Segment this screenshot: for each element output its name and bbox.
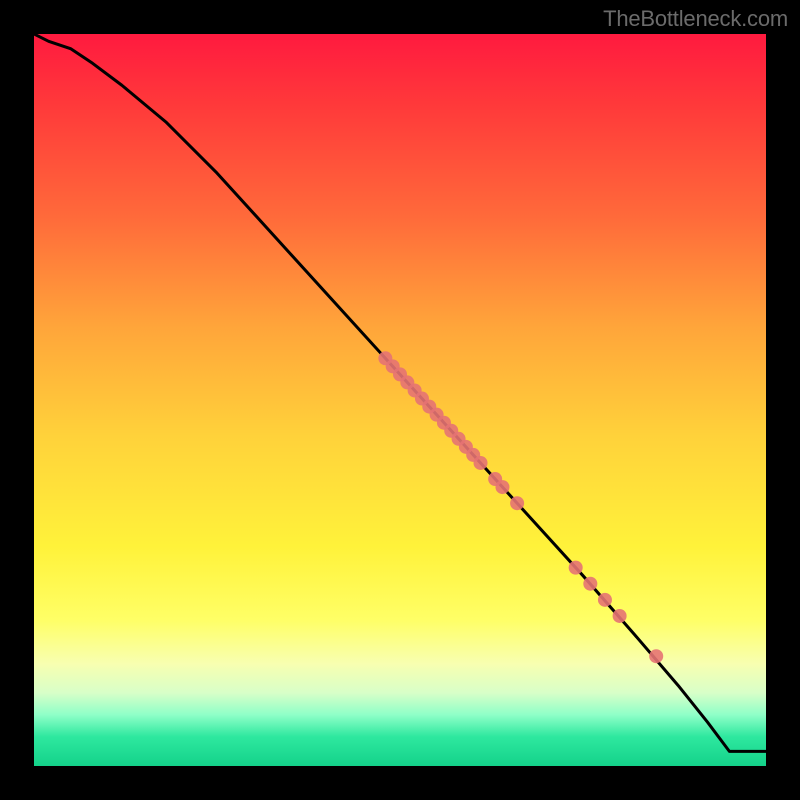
plot-background-gradient (34, 34, 766, 766)
chart-frame: TheBottleneck.com (0, 0, 800, 800)
watermark-text: TheBottleneck.com (603, 6, 788, 32)
